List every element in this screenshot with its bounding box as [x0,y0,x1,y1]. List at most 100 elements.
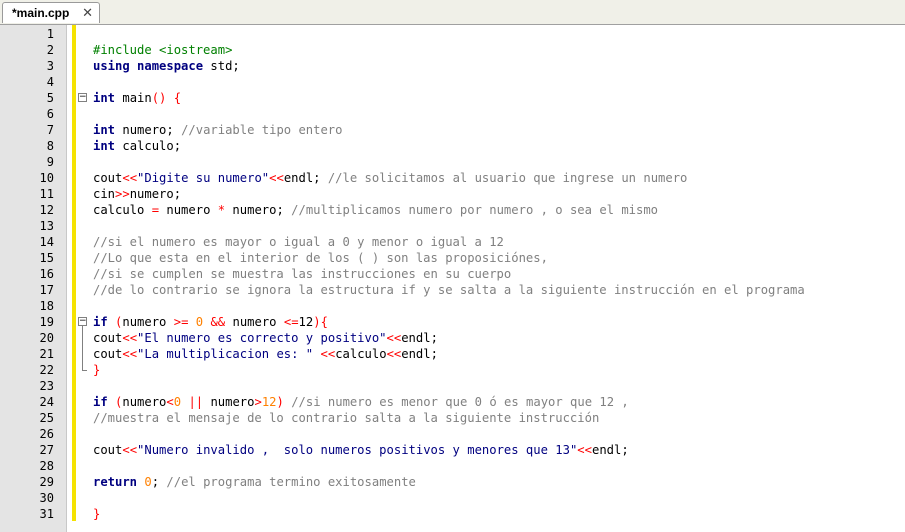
code-line[interactable]: 27 cout<<"Numero invalido , solo numeros … [0,442,905,458]
code-line[interactable]: 16 //si se cumplen se muestra las instruc… [0,266,905,282]
code-token: //si el numero es mayor o igual a 0 y me… [93,235,504,249]
code-token: int [93,139,116,153]
code-token: >> [115,187,130,201]
code-text: } [93,506,100,522]
code-line[interactable]: 10 cout<<"Digite su numero"<<endl; //le s… [0,170,905,186]
line-number: 5 [46,91,54,105]
line-number: 28 [39,459,54,473]
code-token: namespace [137,59,204,73]
code-line[interactable]: 29 return 0; //el programa termino exitos… [0,474,905,490]
code-token: endl; [283,171,328,185]
code-line[interactable]: 2 #include <iostream> [0,42,905,58]
code-line[interactable]: 28 [0,458,905,474]
code-line[interactable]: 4 [0,74,905,90]
line-number: 13 [39,219,54,233]
line-number: 16 [39,267,54,281]
close-icon[interactable]: ✕ [82,6,93,21]
code-line[interactable]: 18 [0,298,905,314]
line-number: 10 [39,171,54,185]
code-text: cout<<"El numero es correcto y positivo"… [93,330,438,346]
code-line[interactable]: 21 cout<<"La multiplicacion es: " <<calcu… [0,346,905,362]
code-token: && [210,315,226,329]
code-token: } [93,363,101,377]
line-number: 31 [39,507,54,521]
code-token: < [166,395,174,409]
code-token: using [93,59,130,73]
code-line[interactable]: 6 [0,106,905,122]
code-line[interactable]: 30 [0,490,905,506]
line-number: 30 [39,491,54,505]
code-line[interactable]: 25 //muestra el mensaje de lo contrario s… [0,410,905,426]
code-line[interactable]: 20 cout<<"El numero es correcto y positiv… [0,330,905,346]
code-text: return 0; //el programa termino exitosam… [93,474,416,490]
fold-guide-line [82,326,83,370]
code-token: 0 [173,395,182,409]
code-token: endl; [401,331,438,345]
code-token: if [93,315,108,329]
code-line[interactable]: 24 if (numero<0 || numero>12) //si numero… [0,394,905,410]
code-token: endl; [591,443,629,457]
code-line[interactable]: 31} [0,506,905,522]
code-line[interactable]: 7 int numero; //variable tipo entero [0,122,905,138]
code-token: main [115,91,152,105]
code-line[interactable]: 3 using namespace std; [0,58,905,74]
code-token: //multiplicamos numero por numero , o se… [291,203,659,217]
code-token: numero [225,315,284,329]
code-line[interactable]: 12 calculo = numero * numero; //multiplic… [0,202,905,218]
tab-main-cpp[interactable]: *main.cpp ✕ [2,2,100,23]
code-token: 0 [144,475,152,489]
line-number: 21 [39,347,54,361]
code-line[interactable]: 26 [0,426,905,442]
fold-collapse-icon[interactable]: − [78,93,87,102]
code-text: int calculo; [93,138,181,154]
code-token: << [122,171,138,185]
code-token: //variable tipo entero [181,123,343,137]
code-token: //muestra el mensaje de lo contrario sal… [93,411,600,425]
code-text: if (numero >= 0 && numero <=12){ [93,314,328,330]
code-token: endl; [401,347,438,361]
code-line[interactable]: 1 [0,26,905,42]
code-token: ) [313,315,321,329]
code-line[interactable]: 15 //Lo que esta en el interior de los ( … [0,250,905,266]
code-text: calculo = numero * numero; //multiplicam… [93,202,658,218]
code-line[interactable]: 5 int main() { [0,90,905,106]
code-token: calculo [335,347,387,361]
line-number: 25 [39,411,54,425]
code-token: cout [93,171,123,185]
code-text: } [93,362,100,378]
code-line[interactable]: 22} [0,362,905,378]
code-line[interactable]: 19 if (numero >= 0 && numero <=12){ [0,314,905,330]
code-token: //el programa termino exitosamente [166,475,416,489]
code-line[interactable]: 14 //si el numero es mayor o igual a 0 y … [0,234,905,250]
code-token: 12 [298,315,314,329]
code-token: } [93,507,101,521]
code-editor[interactable]: 1 2 #include <iostream> 3 using namespace st… [0,25,905,532]
code-token: << [122,347,138,361]
line-number: 6 [46,107,54,121]
code-token: > [254,395,262,409]
code-line[interactable]: 13 [0,218,905,234]
code-token: "El numero es correcto y positivo" [137,331,387,345]
line-number: 8 [46,139,54,153]
line-number: 17 [39,283,54,297]
code-text: int numero; //variable tipo entero [93,122,343,138]
code-token: << [269,171,284,185]
code-line[interactable]: 11 cin>>numero; [0,186,905,202]
code-line[interactable]: 8 int calculo; [0,138,905,154]
code-line[interactable]: 23 [0,378,905,394]
line-number: 2 [46,43,54,57]
code-token: << [386,331,402,345]
code-token: << [122,443,138,457]
code-token: //si se cumplen se muestra las instrucci… [93,267,512,281]
code-text: //si se cumplen se muestra las instrucci… [93,266,511,282]
line-number: 18 [39,299,54,313]
code-line[interactable]: 17 //de lo contrario se ignora la estruct… [0,282,905,298]
line-number: 1 [46,27,54,41]
code-token: //de lo contrario se ignora la estructur… [93,283,805,297]
code-text: //si el numero es mayor o igual a 0 y me… [93,234,504,250]
fold-collapse-icon[interactable]: − [78,317,87,326]
code-line[interactable]: 9 [0,154,905,170]
code-token: >= [173,315,189,329]
